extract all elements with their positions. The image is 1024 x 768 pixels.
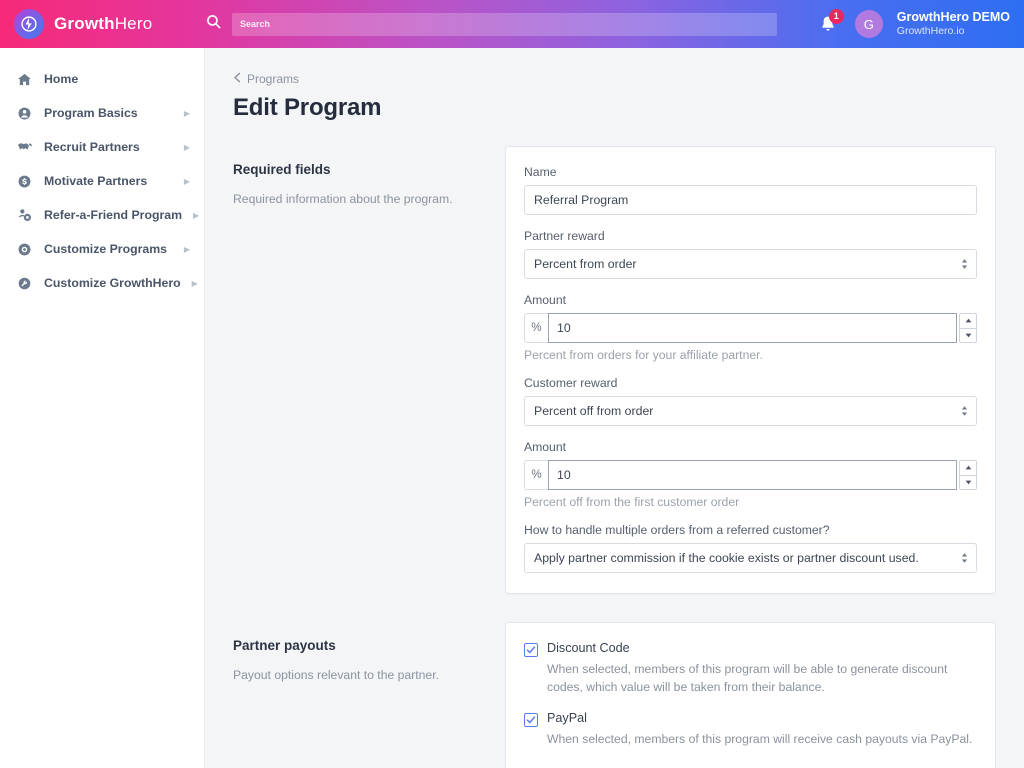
- customer-reward-group: Customer reward Percent off from order: [524, 376, 977, 426]
- stepper-down-button[interactable]: [959, 327, 977, 343]
- sidebar-item-customize-programs[interactable]: Customize Programs ▶: [0, 232, 204, 266]
- brand-name-bold: Growth: [54, 14, 115, 33]
- required-fields-info: Required fields Required information abo…: [233, 146, 505, 594]
- brand-name-light: Hero: [114, 14, 153, 33]
- partner-amount-help: Percent from orders for your affiliate p…: [524, 348, 763, 362]
- sidebar-label: Motivate Partners: [44, 174, 148, 188]
- customer-reward-select[interactable]: Percent off from order: [524, 396, 977, 426]
- brand-text: GrowthHero: [54, 14, 152, 34]
- section-description: Payout options relevant to the partner.: [233, 668, 439, 682]
- brand-logo[interactable]: GrowthHero: [0, 9, 205, 39]
- partner-amount-input[interactable]: [548, 313, 957, 343]
- sidebar-nav: Home Program Basics ▶ Recruit Partners ▶…: [0, 48, 205, 768]
- partner-payouts-info: Partner payouts Payout options relevant …: [233, 622, 505, 768]
- percent-prefix-icon: %: [524, 460, 548, 490]
- notification-badge: 1: [828, 9, 844, 24]
- paypal-label: PayPal: [547, 710, 587, 725]
- customer-amount-group: Amount % Percent off fr: [524, 440, 977, 509]
- chevron-right-icon: ▶: [183, 244, 190, 254]
- discount-code-description: When selected, members of this program w…: [547, 662, 948, 695]
- dollar-coin-icon: [16, 174, 33, 189]
- wrench-gear-icon: [16, 276, 33, 291]
- section-title: Partner payouts: [233, 638, 336, 653]
- partner-amount-stepper: [959, 313, 977, 343]
- account-info[interactable]: GrowthHero DEMO GrowthHero.io: [897, 10, 1010, 39]
- customer-amount-stepper: [959, 460, 977, 490]
- multiple-orders-group: How to handle multiple orders from a ref…: [524, 523, 977, 573]
- header-right: 1 G GrowthHero DEMO GrowthHero.io: [815, 9, 1024, 39]
- sidebar-label: Home: [44, 72, 79, 86]
- app-body: Home Program Basics ▶ Recruit Partners ▶…: [0, 48, 1024, 768]
- sidebar-item-motivate-partners[interactable]: Motivate Partners ▶: [0, 164, 204, 198]
- sidebar-item-customize-growthhero[interactable]: Customize GrowthHero ▶: [0, 266, 204, 300]
- discount-code-label: Discount Code: [547, 641, 630, 655]
- customer-amount-label: Amount: [524, 440, 567, 454]
- chevron-right-icon: ▶: [193, 210, 200, 220]
- chevron-left-icon: [233, 72, 242, 86]
- customer-amount-help: Percent off from the first customer orde…: [524, 495, 740, 509]
- search-input[interactable]: [232, 12, 777, 36]
- avatar[interactable]: G: [854, 10, 883, 38]
- account-name: GrowthHero DEMO: [896, 9, 1010, 24]
- partner-reward-label: Partner reward: [524, 229, 605, 243]
- stepper-down-button[interactable]: [959, 474, 977, 490]
- sidebar-item-program-basics[interactable]: Program Basics ▶: [0, 96, 204, 130]
- sidebar-item-refer-a-friend[interactable]: Refer-a-Friend Program ▶: [0, 198, 204, 232]
- paypal-checkbox[interactable]: [524, 712, 538, 727]
- multiple-orders-select[interactable]: Apply partner commission if the cookie e…: [524, 543, 977, 573]
- sidebar-label: Recruit Partners: [44, 140, 140, 154]
- partner-payouts-section: Partner payouts Payout options relevant …: [233, 622, 996, 768]
- percent-prefix-icon: %: [524, 313, 548, 343]
- chevron-right-icon: ▶: [183, 142, 190, 152]
- breadcrumb-label: Programs: [247, 72, 300, 86]
- breadcrumb[interactable]: Programs: [233, 72, 996, 86]
- search-icon[interactable]: [205, 13, 222, 35]
- stepper-up-button[interactable]: [959, 313, 977, 328]
- name-label: Name: [524, 165, 557, 179]
- sidebar-label: Refer-a-Friend Program: [44, 208, 183, 222]
- app-header: GrowthHero 1 G GrowthHero DEMO GrowthHer…: [0, 0, 1024, 48]
- search-area: [205, 12, 815, 36]
- main-content: Programs Edit Program Required fields Re…: [205, 48, 1024, 768]
- partner-reward-select[interactable]: Percent from order: [524, 249, 977, 279]
- multiple-orders-label: How to handle multiple orders from a ref…: [524, 523, 830, 537]
- stepper-up-button[interactable]: [959, 460, 977, 475]
- paypal-description: When selected, members of this program w…: [547, 731, 973, 746]
- section-title: Required fields: [233, 162, 331, 177]
- notifications-button[interactable]: 1: [815, 9, 844, 39]
- chevron-right-icon: ▶: [183, 176, 190, 186]
- discount-code-checkbox[interactable]: [524, 643, 538, 657]
- page-title: Edit Program: [233, 94, 382, 121]
- handshake-icon: [16, 139, 33, 155]
- chevron-right-icon: ▶: [191, 278, 198, 288]
- required-fields-section: Required fields Required information abo…: [233, 146, 996, 594]
- name-field-group: Name: [524, 165, 977, 215]
- sidebar-label: Customize Programs: [44, 242, 167, 256]
- gear-circle-icon: [16, 242, 33, 257]
- account-domain: GrowthHero.io: [896, 25, 965, 38]
- partner-payouts-card: Discount Code When selected, members of …: [505, 622, 996, 768]
- section-description: Required information about the program.: [233, 192, 453, 206]
- customer-reward-label: Customer reward: [524, 376, 618, 390]
- required-fields-card: Name Partner reward Percent from order: [505, 146, 996, 594]
- partner-reward-group: Partner reward Percent from order: [524, 229, 977, 279]
- home-icon: [16, 72, 33, 87]
- people-gear-icon: [16, 207, 33, 223]
- name-input[interactable]: [524, 185, 977, 215]
- partner-amount-label: Amount: [524, 293, 567, 307]
- sidebar-item-recruit-partners[interactable]: Recruit Partners ▶: [0, 130, 204, 164]
- growthhero-logo-icon: [14, 9, 44, 39]
- user-circle-icon: [16, 106, 33, 121]
- partner-amount-group: Amount % Percent from o: [524, 293, 977, 362]
- sidebar-label: Program Basics: [44, 106, 138, 120]
- customer-amount-input[interactable]: [548, 460, 957, 490]
- sidebar-label: Customize GrowthHero: [44, 276, 181, 290]
- chevron-right-icon: ▶: [183, 108, 190, 118]
- paypal-option[interactable]: PayPal: [524, 711, 977, 727]
- discount-code-option[interactable]: Discount Code: [524, 641, 977, 657]
- sidebar-item-home[interactable]: Home: [0, 62, 204, 96]
